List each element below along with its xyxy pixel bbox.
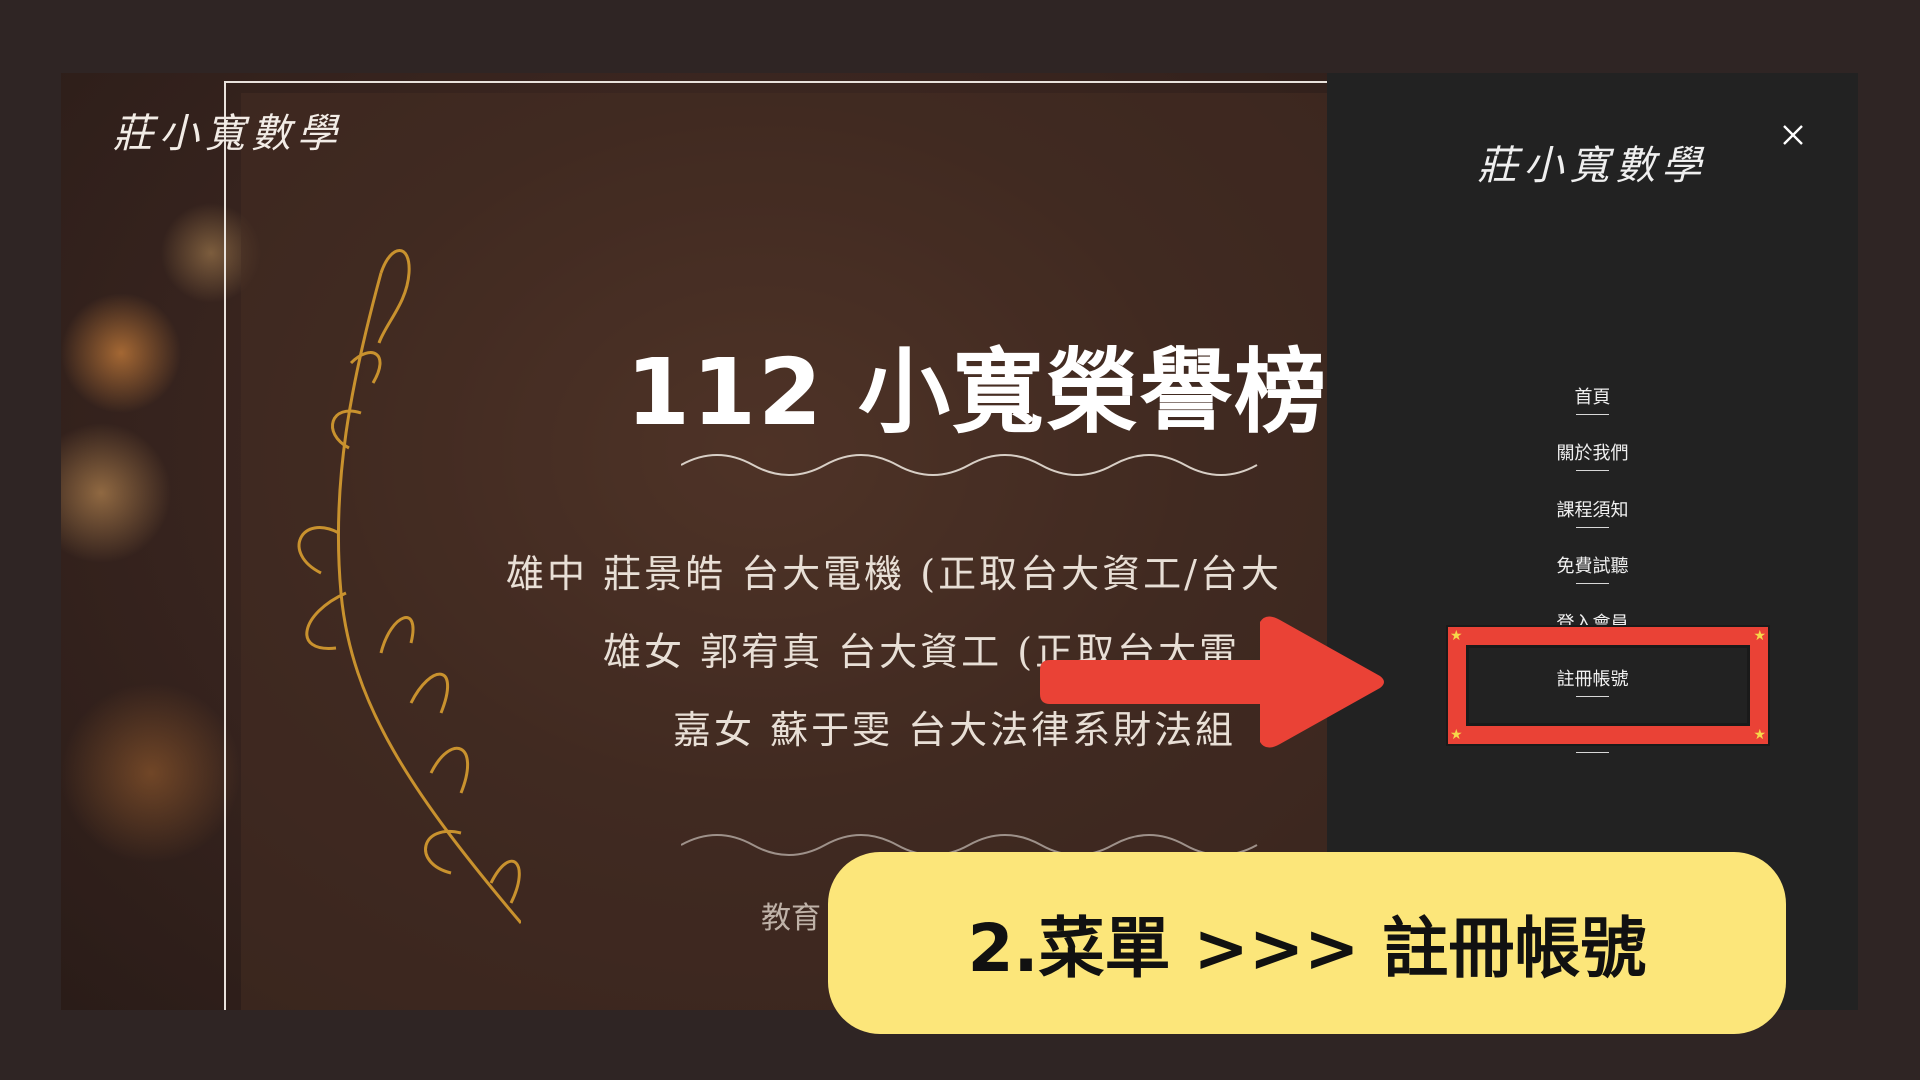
floral-vine-illustration xyxy=(297,249,521,924)
star-icon: ★ xyxy=(1450,727,1463,743)
menu-item-label: 關於我們 xyxy=(1556,443,1629,465)
frame-line xyxy=(224,81,226,1010)
menu-item-about[interactable]: 關於我們 xyxy=(1327,439,1858,495)
hero-logo[interactable]: 莊小寬數學 xyxy=(113,101,343,159)
instruction-caption: 2.菜單 >>> 註冊帳號 xyxy=(828,852,1786,1034)
menu-item-label: 課程須知 xyxy=(1556,499,1629,521)
highlight-inner-border xyxy=(1466,645,1750,726)
menu-logo[interactable]: 莊小寬數學 xyxy=(1327,133,1858,191)
highlight-box: ★ ★ ★ ★ xyxy=(1446,625,1770,746)
star-icon: ★ xyxy=(1753,628,1766,644)
hero-title: 112 小寬榮譽榜 xyxy=(626,339,1329,446)
star-icon: ★ xyxy=(1753,727,1766,743)
menu-item-home[interactable]: 首頁 xyxy=(1327,383,1858,439)
menu-item-label: 首頁 xyxy=(1574,387,1611,408)
menu-item-label: 免費試聽 xyxy=(1556,556,1629,578)
star-icon: ★ xyxy=(1450,628,1463,644)
menu-item-course-info[interactable]: 課程須知 xyxy=(1327,496,1858,552)
menu-item-free-trial[interactable]: 免費試聽 xyxy=(1327,552,1858,608)
hero-honor-line: 雄中 莊景皓 台大電機 (正取台大資工/台大 xyxy=(506,552,1282,596)
arrow-right-icon xyxy=(1040,616,1384,748)
caption-text: 2.菜單 >>> 註冊帳號 xyxy=(967,910,1647,987)
hero-footer-text: 教育 xyxy=(761,901,821,936)
frame-line xyxy=(224,81,1327,83)
wave-divider xyxy=(681,454,1258,476)
close-icon[interactable] xyxy=(1781,123,1805,147)
